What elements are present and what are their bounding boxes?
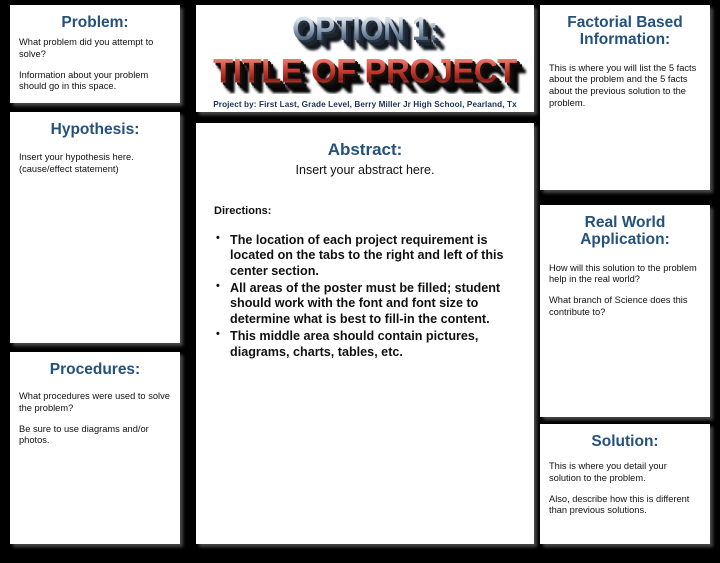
- title-wordart-group: OPTION 1: TITLE OF PROJECT: [196, 5, 534, 94]
- panel-solution-body: This is where you detail your solution t…: [549, 461, 701, 516]
- science-fair-poster: Problem: What problem did you attempt to…: [0, 0, 720, 563]
- panel-problem[interactable]: Problem: What problem did you attempt to…: [10, 5, 180, 103]
- title-byline: Project by: First Last, Grade Level, Ber…: [213, 100, 517, 109]
- panel-hypothesis-heading: Hypothesis:: [50, 121, 140, 138]
- panel-procedures[interactable]: Procedures: What procedures were used to…: [10, 352, 180, 544]
- panel-abstract[interactable]: Abstract: Insert your abstract here. Dir…: [196, 123, 534, 544]
- panel-procedures-paragraph: What procedures were used to solve the p…: [19, 391, 170, 413]
- panel-procedures-body: What procedures were used to solve the p…: [19, 391, 171, 446]
- panel-hypothesis-body: Insert your hypothesis here. (cause/effe…: [19, 152, 171, 175]
- panel-solution-paragraph: Also, describe how this is different tha…: [549, 493, 690, 516]
- panel-factorial-heading: Factorial Based Information:: [567, 14, 683, 49]
- directions-label: Directions:: [214, 205, 272, 217]
- directions-list-item: All areas of the poster must be filled; …: [214, 280, 520, 327]
- panel-realworld-body: How will this solution to the problem he…: [549, 263, 701, 318]
- panel-problem-paragraph: What problem did you attempt to solve?: [19, 37, 154, 59]
- panel-procedures-heading: Procedures:: [49, 361, 141, 378]
- panel-hypothesis[interactable]: Hypothesis: Insert your hypothesis here.…: [10, 112, 180, 343]
- panel-solution[interactable]: Solution: This is where you detail your …: [540, 424, 710, 544]
- abstract-heading: Abstract:: [327, 140, 403, 159]
- panel-realworld-paragraph: How will this solution to the problem he…: [549, 262, 697, 285]
- panel-realworld-paragraph: What branch of Science does this contrib…: [549, 294, 688, 317]
- abstract-subtext: Insert your abstract here.: [295, 163, 435, 177]
- panel-procedures-paragraph: Be sure to use diagrams and/or photos.: [19, 423, 149, 446]
- panel-hypothesis-paragraph: Insert your hypothesis here. (cause/effe…: [19, 152, 134, 174]
- title-option-wordart: OPTION 1:: [196, 11, 534, 49]
- directions-list-item: The location of each project requirement…: [214, 232, 520, 279]
- panel-solution-heading: Solution:: [591, 433, 659, 450]
- directions-list-item: This middle area should contain pictures…: [214, 328, 520, 360]
- panel-solution-paragraph: This is where you detail your solution t…: [549, 461, 667, 483]
- panel-title-banner[interactable]: OPTION 1: TITLE OF PROJECT Project by: F…: [196, 5, 534, 112]
- panel-problem-body: What problem did you attempt to solve? I…: [19, 37, 171, 92]
- panel-factorial-based-information[interactable]: Factorial Based Information: This is whe…: [540, 5, 710, 190]
- panel-realworld-heading: Real World Application:: [580, 214, 670, 249]
- directions-list: The location of each project requirement…: [210, 232, 520, 360]
- title-project-wordart: TITLE OF PROJECT: [196, 51, 534, 91]
- panel-real-world-application[interactable]: Real World Application: How will this so…: [540, 205, 710, 417]
- panel-problem-heading: Problem:: [61, 14, 129, 31]
- panel-problem-paragraph: Information about your problem should go…: [19, 69, 149, 92]
- panel-factorial-body: This is where you will list the 5 facts …: [549, 63, 701, 109]
- panel-factorial-paragraph: This is where you will list the 5 facts …: [549, 62, 697, 108]
